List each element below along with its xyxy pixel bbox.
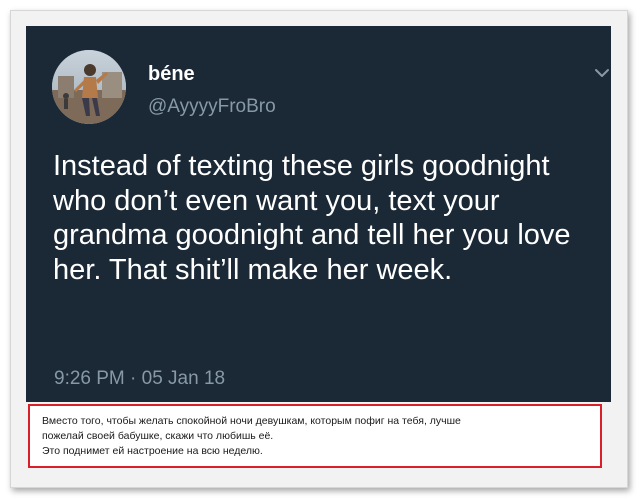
translation-box: Вместо того, чтобы желать спокойной ночи… [28, 404, 602, 468]
user-handle[interactable]: @AyyyyFroBro [148, 97, 276, 116]
avatar-photo [52, 50, 126, 124]
translation-line-2: пожелай своей бабушке, скажи что любишь … [42, 430, 274, 442]
screenshot-frame: béne @AyyyyFroBro Instead of texting the… [10, 10, 628, 488]
tweet-timestamp[interactable]: 9:26 PM · 05 Jan 18 [54, 369, 225, 388]
translation-line-3: Это поднимет ей настроение на всю неделю… [42, 445, 263, 457]
display-name[interactable]: béne [148, 64, 195, 84]
translation-line-1: Вместо того, чтобы желать спокойной ночи… [42, 415, 461, 427]
tweet-card: béne @AyyyyFroBro Instead of texting the… [26, 26, 611, 402]
chevron-down-icon[interactable] [592, 66, 612, 80]
avatar[interactable] [52, 50, 126, 124]
tweet-text: Instead of texting these girls goodnight… [53, 150, 571, 286]
